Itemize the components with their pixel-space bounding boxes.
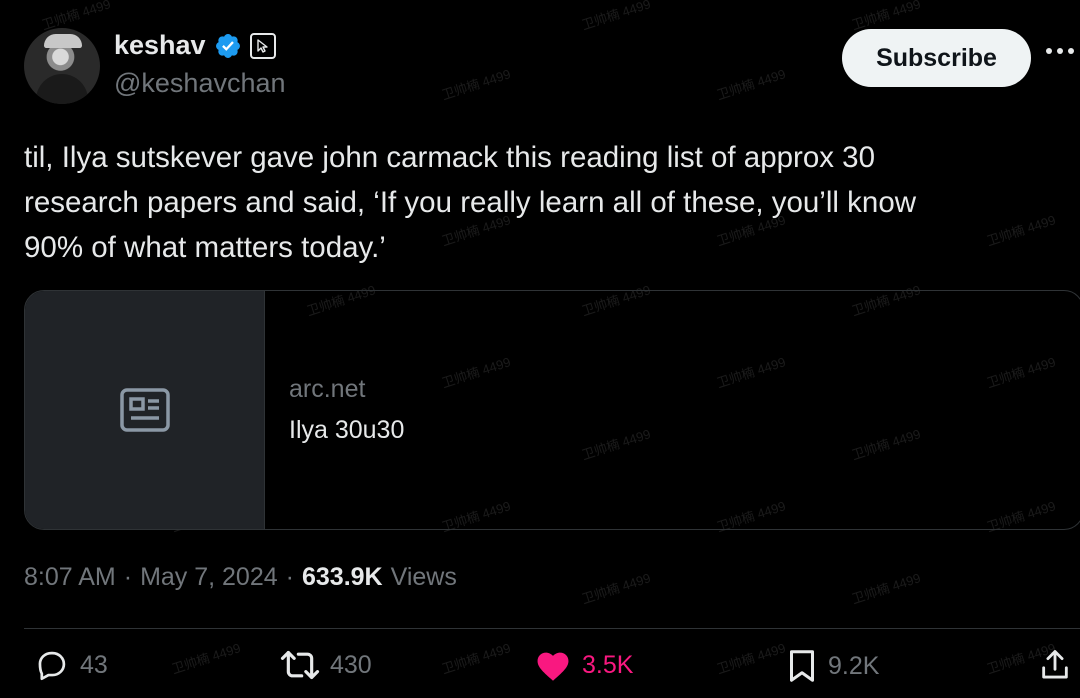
tweet-date[interactable]: May 7, 2024 <box>140 563 278 592</box>
card-body: arc.net Ilya 30u30 <box>265 291 404 529</box>
like-button[interactable]: 3.5K <box>534 648 633 682</box>
tweet-time[interactable]: 8:07 AM <box>24 563 116 592</box>
watermark: 卫帅楠 4499 <box>849 570 923 607</box>
views-count: 633.9K <box>301 563 383 591</box>
author-handle[interactable]: @keshavchan <box>114 68 286 99</box>
heart-icon <box>537 652 569 681</box>
link-card[interactable]: arc.net Ilya 30u30 <box>24 290 1080 530</box>
like-count: 3.5K <box>582 650 634 679</box>
divider <box>24 628 1080 629</box>
subscribe-button[interactable]: Subscribe <box>842 29 1031 87</box>
retweet-count: 430 <box>330 650 372 679</box>
tweet-text: til, Ilya sutskever gave john carmack th… <box>24 141 917 264</box>
author-display-name[interactable]: keshav <box>114 30 206 61</box>
avatar[interactable] <box>24 28 100 104</box>
article-icon <box>119 388 170 432</box>
retweet-button[interactable]: 430 <box>280 648 372 682</box>
meta-separator: · <box>123 563 133 591</box>
views-label: Views <box>390 563 457 591</box>
watermark: 卫帅楠 4499 <box>579 570 653 607</box>
bookmark-button[interactable]: 9.2K <box>786 648 879 684</box>
action-bar: 43 430 3.5K 9.2K <box>24 648 1074 696</box>
share-icon <box>1042 650 1068 679</box>
card-thumbnail <box>25 291 265 529</box>
cursor-pointer-icon <box>249 32 276 59</box>
reply-icon <box>38 651 66 681</box>
card-title: Ilya 30u30 <box>289 416 405 444</box>
tweet-meta: 8:07 AM · May 7, 2024 · 633.9K Views <box>24 563 457 592</box>
verified-badge-icon[interactable] <box>214 32 242 60</box>
retweet-icon <box>280 650 320 680</box>
more-options-icon[interactable] <box>1046 48 1074 54</box>
reply-count: 43 <box>80 650 108 679</box>
reply-button[interactable]: 43 <box>34 648 108 682</box>
bookmark-icon <box>790 650 814 682</box>
meta-separator: · <box>285 563 294 591</box>
author-name-row: keshav <box>114 30 276 61</box>
card-domain: arc.net <box>289 375 366 403</box>
bookmark-count: 9.2K <box>828 651 880 680</box>
share-button[interactable] <box>1040 648 1070 682</box>
